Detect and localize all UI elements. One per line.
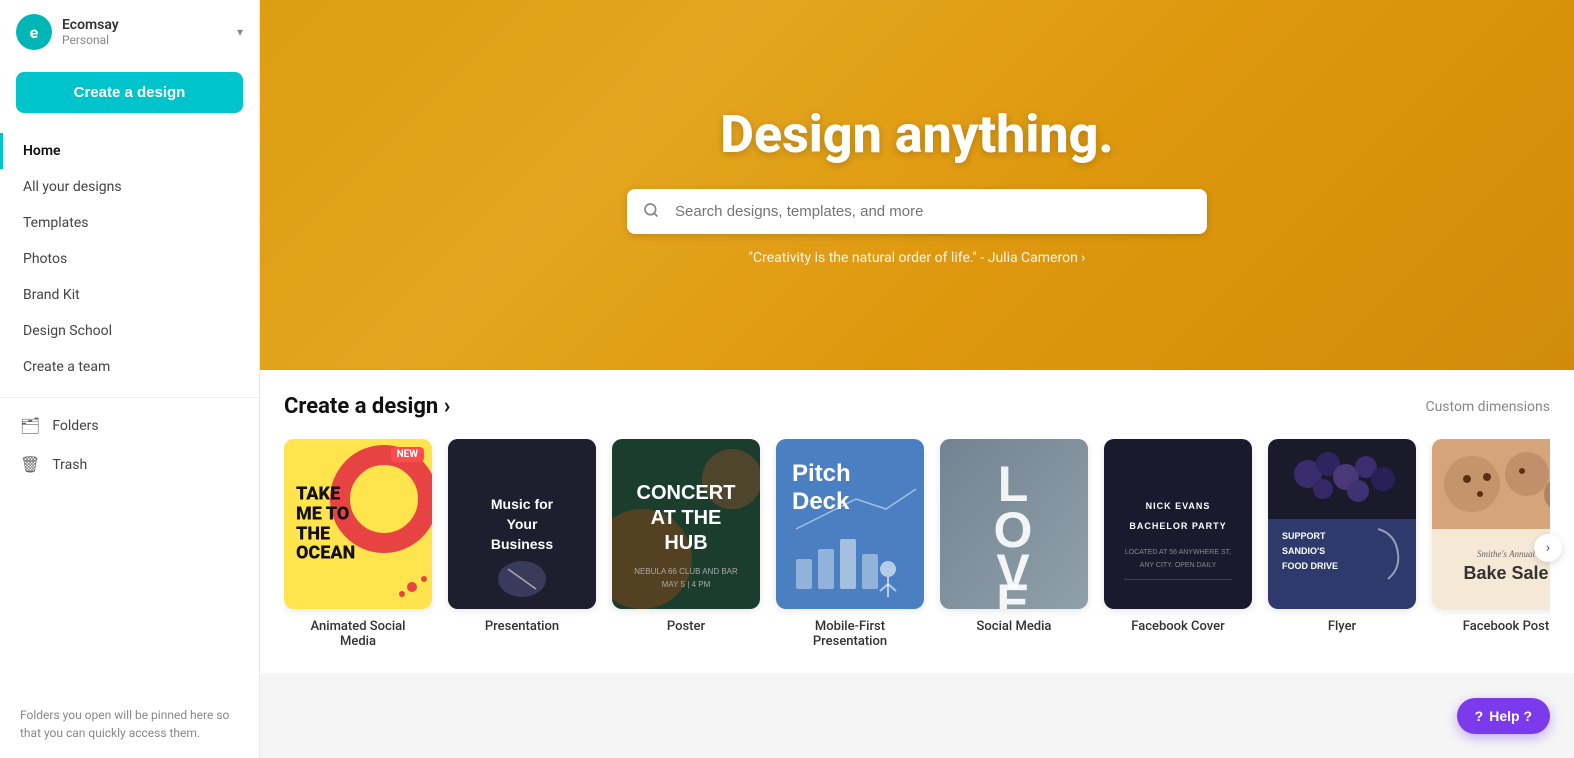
design-card-mobile-first[interactable]: Pitch Deck: [776, 439, 924, 649]
main-content: Design anything. "Creativity is the natu…: [260, 0, 1574, 758]
sidebar-item-brand-kit[interactable]: Brand Kit: [0, 277, 259, 313]
next-arrow-button[interactable]: ›: [1534, 534, 1562, 562]
svg-text:SANDIO'S: SANDIO'S: [1282, 546, 1325, 556]
new-badge: NEW: [391, 447, 424, 462]
design-cards-wrapper: NEW T: [284, 439, 1550, 657]
section-header: Create a design › Custom dimensions: [284, 394, 1550, 419]
sidebar-item-templates[interactable]: Templates: [0, 205, 259, 241]
svg-text:LOCATED AT 56 ANYWHERE ST,: LOCATED AT 56 ANYWHERE ST,: [1125, 549, 1231, 556]
svg-text:ANY CITY. OPEN DAILY: ANY CITY. OPEN DAILY: [1140, 562, 1217, 569]
card-thumbnail: NEW T: [284, 439, 432, 609]
svg-text:SUPPORT: SUPPORT: [1282, 531, 1326, 541]
svg-text:Pitch: Pitch: [792, 460, 851, 487]
svg-text:BACHELOR PARTY: BACHELOR PARTY: [1129, 521, 1226, 531]
design-cards-list: NEW T: [284, 439, 1550, 657]
card-label: Animated Social Media: [311, 619, 406, 649]
card-thumbnail: NICK EVANS BACHELOR PARTY LOCATED AT 56 …: [1104, 439, 1252, 609]
user-name: Ecomsay: [62, 17, 227, 33]
svg-text:NICK EVANS: NICK EVANS: [1146, 501, 1211, 511]
sidebar-item-label: Templates: [23, 215, 89, 231]
sidebar-item-label: Folders: [52, 418, 98, 434]
design-card-facebook-post[interactable]: Smithe's Annual Bake Sale Facebook Post: [1432, 439, 1550, 649]
design-card-social-media[interactable]: L O V E Social Media: [940, 439, 1088, 649]
user-plan: Personal: [62, 33, 227, 47]
sidebar-hint: Folders you open will be pinned here so …: [0, 690, 259, 758]
card-thumbnail: Smithe's Annual Bake Sale: [1432, 439, 1550, 609]
sidebar-item-label: Design School: [23, 323, 112, 339]
card-thumbnail: Pitch Deck: [776, 439, 924, 609]
user-info: Ecomsay Personal: [62, 17, 227, 47]
create-design-section: Create a design › Custom dimensions NEW: [260, 370, 1574, 673]
svg-text:Business: Business: [491, 536, 553, 552]
card-label: Facebook Cover: [1131, 619, 1224, 634]
sidebar-item-all-designs[interactable]: All your designs: [0, 169, 259, 205]
svg-text:NEBULA 66 CLUB AND BAR: NEBULA 66 CLUB AND BAR: [634, 567, 738, 576]
sidebar: e Ecomsay Personal ▾ Create a design Hom…: [0, 0, 260, 758]
card-label: Facebook Post: [1463, 619, 1549, 634]
card-label: Mobile-First Presentation: [813, 619, 887, 649]
card-thumbnail: SUPPORT SANDIO'S FOOD DRIVE: [1268, 439, 1416, 609]
sidebar-item-label: Brand Kit: [23, 287, 80, 303]
sidebar-item-label: Home: [23, 143, 61, 159]
svg-text:AT THE: AT THE: [651, 507, 722, 529]
search-input[interactable]: [627, 189, 1207, 234]
sidebar-item-folders[interactable]: 🗂 Folders: [0, 406, 259, 445]
card-thumbnail: CONCERT AT THE HUB NEBULA 66 CLUB AND BA…: [612, 439, 760, 609]
sidebar-item-label: Create a team: [23, 359, 110, 375]
sidebar-item-home[interactable]: Home: [0, 133, 259, 169]
card-thumbnail: Music for Your Business: [448, 439, 596, 609]
design-card-facebook-cover[interactable]: NICK EVANS BACHELOR PARTY LOCATED AT 56 …: [1104, 439, 1252, 649]
sidebar-item-design-school[interactable]: Design School: [0, 313, 259, 349]
hero-title: Design anything.: [720, 104, 1114, 165]
card-label: Social Media: [977, 619, 1052, 634]
svg-text:Bake Sale: Bake Sale: [1463, 563, 1548, 583]
create-design-button[interactable]: Create a design: [16, 72, 243, 113]
card-label: Poster: [667, 619, 705, 634]
question-mark-icon: ?: [1475, 708, 1484, 724]
svg-text:HUB: HUB: [664, 532, 707, 554]
svg-text:FOOD DRIVE: FOOD DRIVE: [1282, 561, 1338, 571]
design-card-animated-social[interactable]: NEW T: [284, 439, 432, 649]
svg-text:Smithe's Annual: Smithe's Annual: [1477, 549, 1536, 559]
svg-text:Deck: Deck: [792, 488, 850, 515]
search-bar: [627, 189, 1207, 234]
section-title[interactable]: Create a design ›: [284, 394, 450, 419]
svg-text:Your: Your: [507, 516, 538, 532]
sidebar-item-label: Photos: [23, 251, 67, 267]
sidebar-item-label: All your designs: [23, 179, 122, 195]
sidebar-item-label: Trash: [52, 457, 87, 473]
sidebar-item-create-team[interactable]: Create a team: [0, 349, 259, 385]
card-thumbnail: L O V E: [940, 439, 1088, 609]
nav-menu: Home All your designs Templates Photos B…: [0, 129, 259, 389]
chevron-down-icon: ▾: [237, 25, 243, 39]
design-card-flyer[interactable]: SUPPORT SANDIO'S FOOD DRIVE Flyer: [1268, 439, 1416, 649]
hero-quote[interactable]: "Creativity is the natural order of life…: [749, 250, 1086, 266]
design-card-poster[interactable]: CONCERT AT THE HUB NEBULA 66 CLUB AND BA…: [612, 439, 760, 649]
sidebar-item-photos[interactable]: Photos: [0, 241, 259, 277]
search-icon: [643, 202, 659, 222]
svg-text:MAY 5 | 4 PM: MAY 5 | 4 PM: [662, 580, 711, 589]
design-card-presentation[interactable]: Music for Your Business Presentation: [448, 439, 596, 649]
card-overlay-text: TAKEME TOTHEOCEAN: [296, 484, 355, 563]
svg-text:CONCERT: CONCERT: [637, 482, 736, 504]
avatar: e: [16, 14, 52, 50]
card-label: Presentation: [485, 619, 559, 634]
user-profile[interactable]: e Ecomsay Personal ▾: [0, 0, 259, 64]
hero-banner: Design anything. "Creativity is the natu…: [260, 0, 1574, 370]
custom-dimensions-link[interactable]: Custom dimensions: [1425, 399, 1550, 415]
svg-text:Music for: Music for: [491, 496, 554, 512]
trash-icon: 🗑: [20, 455, 40, 474]
card-label: Flyer: [1328, 619, 1356, 634]
nav-divider: [0, 397, 259, 398]
folder-icon: 🗂: [20, 416, 40, 435]
help-button[interactable]: ? Help ?: [1457, 698, 1550, 734]
svg-text:E: E: [996, 574, 1031, 609]
sidebar-item-trash[interactable]: 🗑 Trash: [0, 445, 259, 484]
